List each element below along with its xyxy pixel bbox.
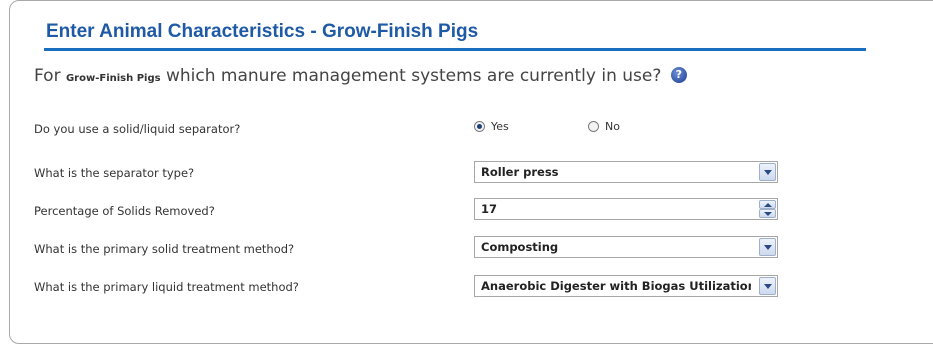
separator-type-value: Roller press	[481, 165, 559, 179]
separator-type-select[interactable]: Roller press	[474, 161, 778, 183]
solid-treatment-select[interactable]: Composting	[474, 236, 778, 258]
solids-removed-value: 17	[481, 202, 498, 216]
liquid-treatment-label: What is the primary liquid treatment met…	[34, 280, 299, 294]
solids-removed-stepper[interactable]: 17	[474, 198, 778, 220]
dropdown-button[interactable]	[759, 238, 776, 256]
spin-down-button[interactable]	[759, 209, 776, 218]
dropdown-button[interactable]	[759, 277, 776, 295]
title-divider	[44, 48, 866, 51]
radio-yes-label: Yes	[491, 120, 509, 133]
spin-up-button[interactable]	[759, 200, 776, 209]
radio-no-label: No	[605, 120, 620, 133]
page-title: Enter Animal Characteristics - Grow-Fini…	[46, 21, 479, 42]
help-question-icon[interactable]: ?	[670, 67, 687, 83]
question-prefix: For	[34, 66, 66, 86]
section-question: For Grow-Finish Pigs which manure manage…	[34, 66, 687, 86]
separator-type-label: What is the separator type?	[34, 166, 195, 180]
chevron-down-icon	[763, 211, 772, 216]
radio-selected-indicator[interactable]	[474, 121, 485, 132]
liquid-treatment-select[interactable]: Anaerobic Digester with Biogas Utilizati…	[474, 275, 778, 297]
chevron-down-icon	[763, 169, 772, 175]
spinner[interactable]	[759, 200, 776, 218]
chevron-down-icon	[763, 244, 772, 250]
solids-removed-label: Percentage of Solids Removed?	[34, 204, 215, 218]
radio-unselected-indicator[interactable]	[588, 121, 599, 132]
separator-no-radio[interactable]: No	[588, 120, 620, 133]
chevron-up-icon	[763, 202, 772, 207]
separator-question-label: Do you use a solid/liquid separator?	[34, 122, 241, 136]
chevron-down-icon	[763, 283, 772, 289]
separator-yes-radio[interactable]: Yes	[474, 120, 509, 133]
liquid-treatment-value: Anaerobic Digester with Biogas Utilizati…	[481, 279, 751, 293]
question-animal: Grow-Finish Pigs	[65, 73, 161, 84]
solid-treatment-value: Composting	[481, 240, 559, 254]
question-suffix: which manure management systems are curr…	[160, 66, 662, 86]
solid-treatment-label: What is the primary solid treatment meth…	[34, 242, 295, 256]
dropdown-button[interactable]	[759, 163, 776, 181]
